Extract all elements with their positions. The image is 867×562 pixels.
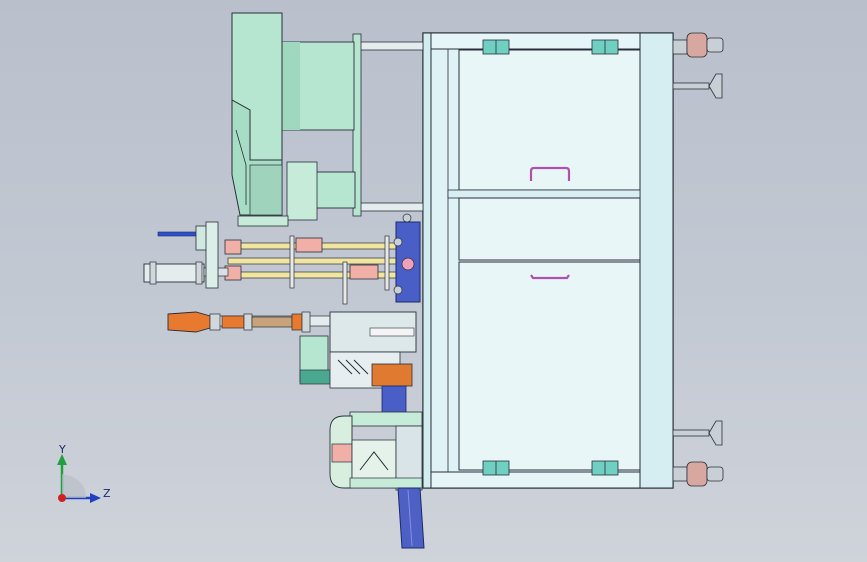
caster-wheel-icon [686, 32, 708, 58]
orange-motor [167, 311, 211, 333]
bolt-icon [393, 237, 403, 247]
fan-motor-small [314, 171, 356, 209]
fan-assembly [231, 12, 424, 227]
guide-rods [224, 235, 409, 305]
cabinet-divider [447, 189, 641, 199]
fan-support-rod [356, 202, 424, 212]
leveling-foot-icon [708, 73, 723, 99]
clamp-block [393, 213, 421, 303]
guide-bushing [349, 264, 379, 280]
fan-support-rod [356, 41, 424, 51]
axis-origin-icon [58, 494, 66, 502]
pneumatic-cylinder [143, 221, 229, 289]
gripper-assembly [329, 411, 423, 491]
orange-bracket [371, 363, 413, 387]
cabinet-left-post [422, 32, 432, 489]
cabinet-drawer [458, 197, 641, 261]
cad-viewport[interactable]: Y Z [0, 0, 867, 562]
shaft-thread [251, 316, 293, 328]
caster-wheel-icon [686, 461, 708, 487]
casters-and-feet [672, 32, 724, 487]
blue-valve-handle [157, 231, 201, 237]
cabinet-top-rail [422, 32, 674, 50]
z-axis-arrow-icon [90, 493, 101, 503]
pink-knob-icon [401, 257, 415, 271]
bolt-icon [393, 285, 403, 295]
slide-mechanism [299, 311, 417, 415]
cabinet-lower-door [458, 261, 641, 471]
z-axis-label: Z [103, 487, 111, 500]
axis-triad: Y Z [57, 443, 111, 503]
guide-bushing [224, 239, 242, 255]
guide-rod [227, 257, 409, 265]
bolt-icon [402, 213, 412, 223]
y-axis-label: Y [58, 443, 66, 456]
leveling-foot-icon [708, 420, 723, 446]
cabinet-bottom-rail [422, 471, 674, 489]
threaded-shaft [167, 311, 331, 333]
cabinet [422, 32, 674, 489]
guide-bushing [295, 237, 323, 253]
output-chute [397, 487, 425, 549]
machine-assembly-drawing: Y Z [57, 12, 724, 549]
cabinet-right-post [639, 32, 674, 489]
guide-rod [227, 271, 409, 279]
